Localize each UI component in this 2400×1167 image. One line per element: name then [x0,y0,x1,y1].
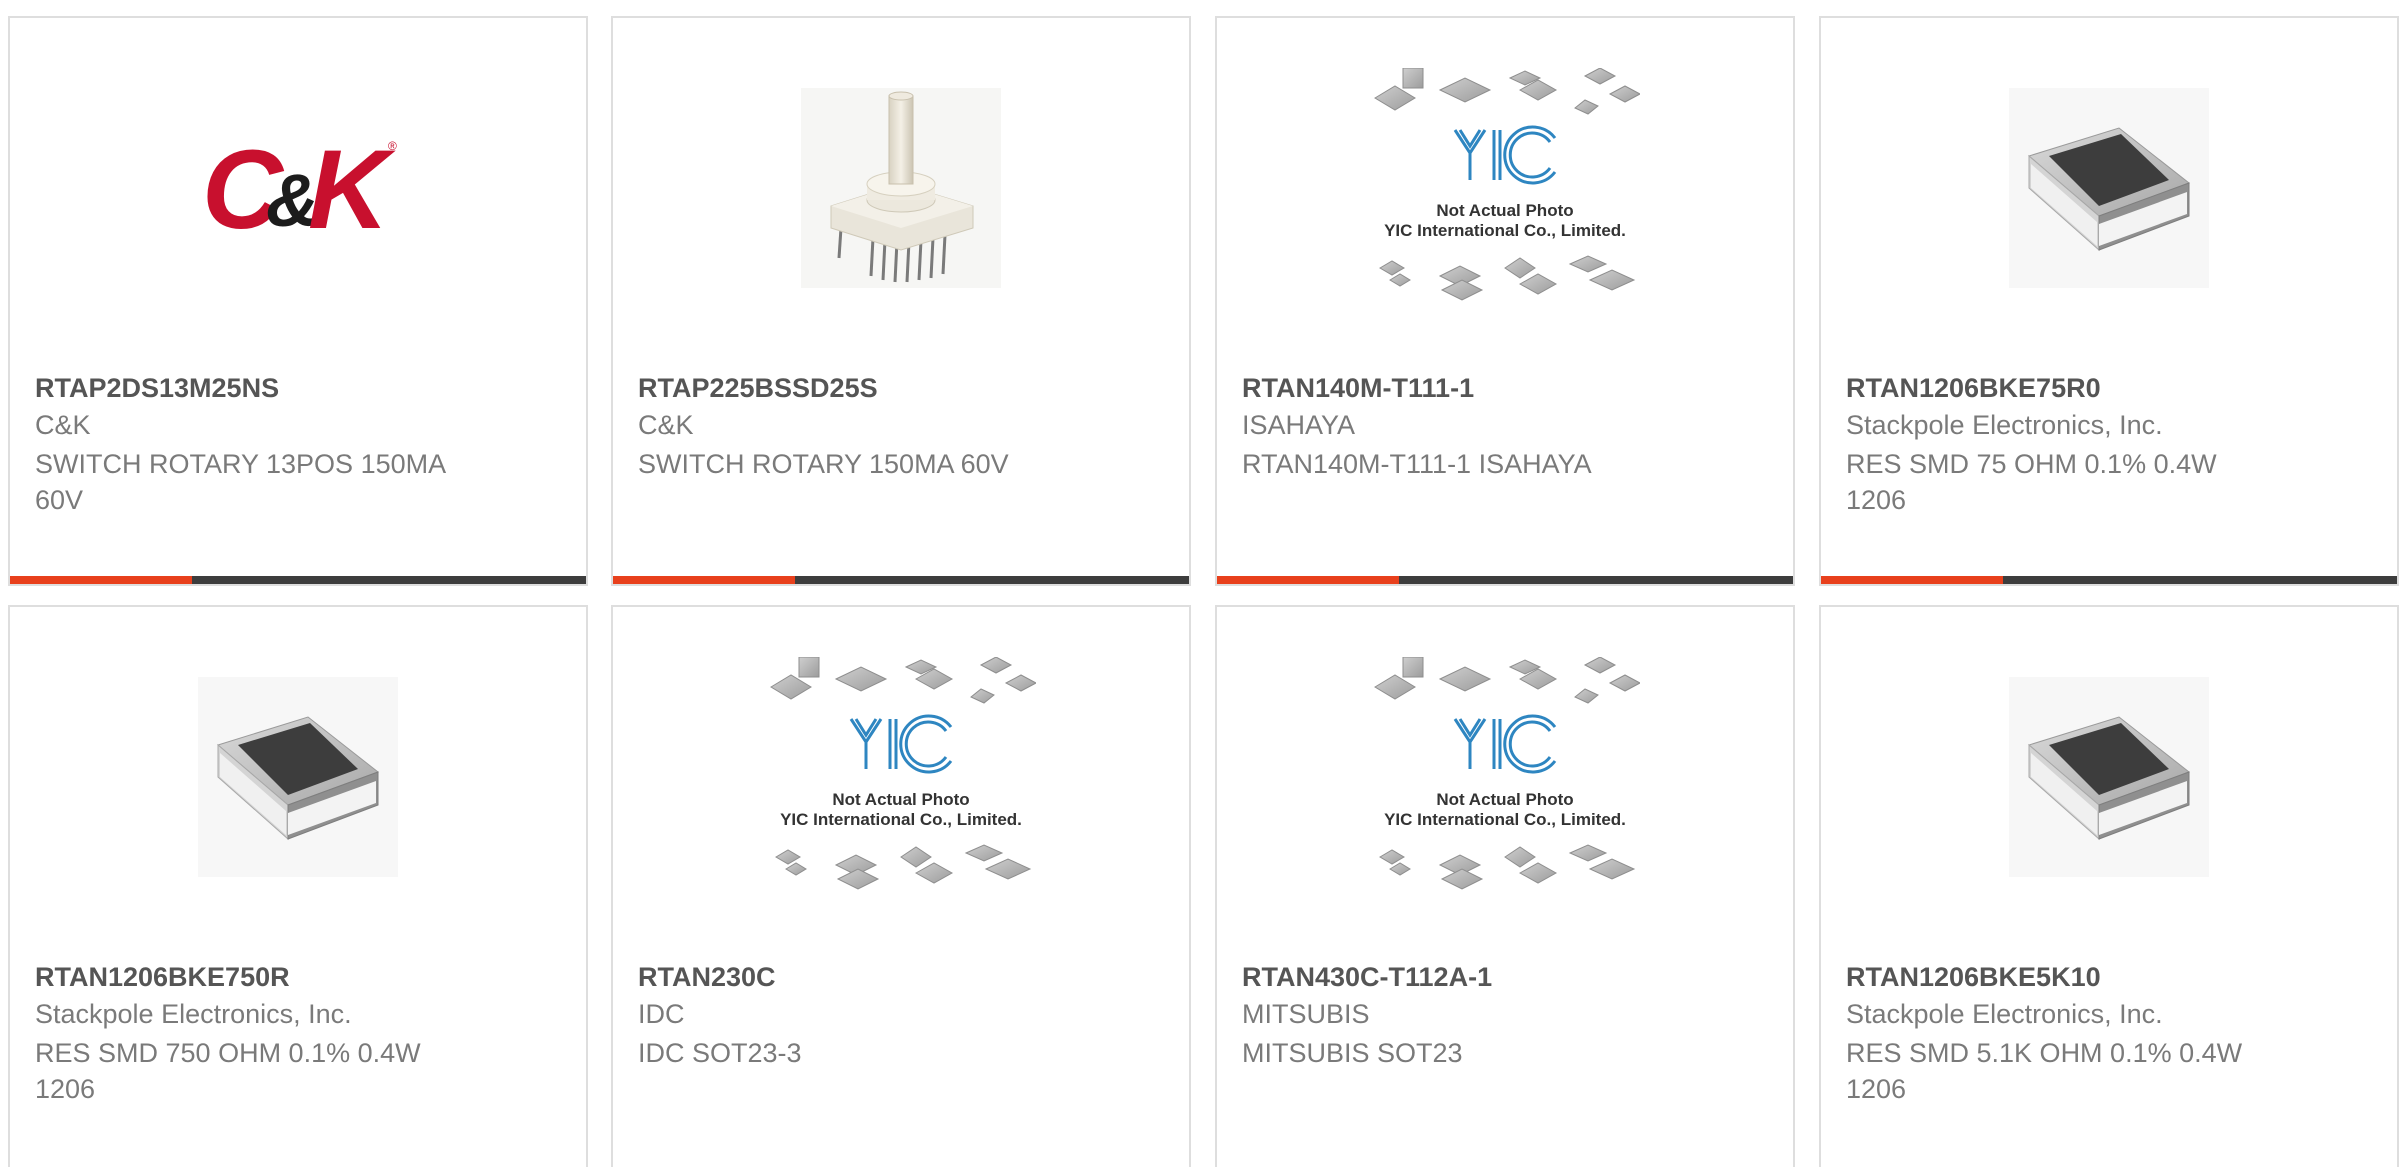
manufacturer: C&K [638,410,694,440]
product-image[interactable] [613,18,1189,358]
svg-text:K: K [308,128,396,248]
product-card[interactable]: Not Actual Photo YIC International Co., … [1215,605,1795,1167]
product-card[interactable]: Not Actual Photo YIC International Co., … [1215,16,1795,586]
yic-placeholder-icon: Not Actual Photo YIC International Co., … [1374,68,1640,301]
product-card[interactable]: Not Actual Photo YIC International Co., … [611,605,1191,1167]
yic-placeholder-icon: Not Actual Photo YIC International Co., … [770,657,1036,890]
manufacturer: Stackpole Electronics, Inc. [1846,410,2163,440]
description: RTAN140M-T111-1 ISAHAYA [1242,449,1592,479]
svg-text:YIC International Co., Limited: YIC International Co., Limited. [1384,221,1626,240]
part-number[interactable]: RTAN1206BKE5K10 [1846,962,2101,993]
product-image[interactable]: Not Actual Photo YIC International Co., … [613,607,1189,947]
product-image[interactable] [1821,607,2397,947]
part-number[interactable]: RTAP225BSSD25S [638,373,878,404]
part-number[interactable]: RTAN1206BKE750R [35,962,290,993]
svg-text:YIC International Co., Limited: YIC International Co., Limited. [1384,810,1626,829]
card-accent-bar [613,576,1189,584]
description: IDC SOT23-3 [638,1038,802,1068]
card-accent-bar [1821,576,2397,584]
rotary-switch-icon [801,88,1001,288]
product-card[interactable]: C & K ® RTAP2DS13M25NS C&K SWITCH ROTARY… [8,16,588,586]
part-number[interactable]: RTAP2DS13M25NS [35,373,279,404]
ck-logo-icon: C & K ® [202,128,397,248]
product-image[interactable]: C & K ® [10,18,586,358]
svg-text:Not Actual Photo: Not Actual Photo [1436,790,1573,809]
part-number[interactable]: RTAN1206BKE75R0 [1846,373,2101,404]
yic-placeholder-icon: Not Actual Photo YIC International Co., … [1374,657,1640,890]
product-image[interactable]: Not Actual Photo YIC International Co., … [1217,18,1793,358]
part-number[interactable]: RTAN230C [638,962,776,993]
part-number[interactable]: RTAN140M-T111-1 [1242,373,1474,404]
svg-text:Not Actual Photo: Not Actual Photo [1436,201,1573,220]
card-accent-bar [10,576,586,584]
product-card[interactable]: RTAN1206BKE5K10 Stackpole Electronics, I… [1819,605,2399,1167]
svg-text:®: ® [388,139,397,153]
smd-resistor-icon [2009,88,2209,288]
part-number[interactable]: RTAN430C-T112A-1 [1242,962,1492,993]
description: RES SMD 5.1K OHM 0.1% 0.4W 1206 [1846,1038,2243,1104]
product-card[interactable]: RTAN1206BKE75R0 Stackpole Electronics, I… [1819,16,2399,586]
description: MITSUBIS SOT23 [1242,1038,1463,1068]
svg-text:YIC International Co., Limited: YIC International Co., Limited. [780,810,1022,829]
product-card[interactable]: RTAN1206BKE750R Stackpole Electronics, I… [8,605,588,1167]
description: RES SMD 75 OHM 0.1% 0.4W 1206 [1846,449,2217,515]
manufacturer: Stackpole Electronics, Inc. [1846,999,2163,1029]
manufacturer: MITSUBIS [1242,999,1370,1029]
svg-text:Not Actual Photo: Not Actual Photo [832,790,969,809]
description: SWITCH ROTARY 13POS 150MA 60V [35,449,445,515]
manufacturer: ISAHAYA [1242,410,1356,440]
description: RES SMD 750 OHM 0.1% 0.4W 1206 [35,1038,421,1104]
product-image[interactable] [10,607,586,947]
smd-resistor-icon [198,677,398,877]
manufacturer: C&K [35,410,91,440]
manufacturer: Stackpole Electronics, Inc. [35,999,352,1029]
product-card[interactable]: RTAP225BSSD25S C&K SWITCH ROTARY 150MA 6… [611,16,1191,586]
product-image[interactable] [1821,18,2397,358]
manufacturer: IDC [638,999,685,1029]
card-accent-bar [1217,576,1793,584]
smd-resistor-icon [2009,677,2209,877]
description: SWITCH ROTARY 150MA 60V [638,449,1009,479]
product-image[interactable]: Not Actual Photo YIC International Co., … [1217,607,1793,947]
